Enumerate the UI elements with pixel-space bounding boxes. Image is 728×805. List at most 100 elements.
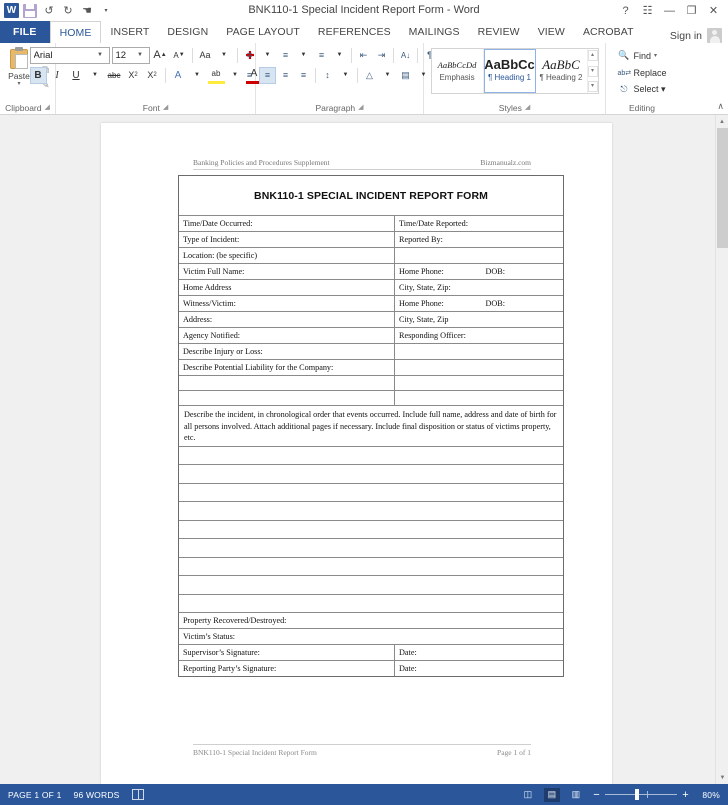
web-layout-view-button[interactable]: ▥ bbox=[568, 788, 584, 802]
shrink-font-icon[interactable]: A ▼ bbox=[171, 47, 188, 64]
blank-line-row[interactable] bbox=[179, 502, 563, 521]
table-row[interactable]: Type of Incident: Reported By: bbox=[179, 232, 563, 248]
strikethrough-button[interactable]: abc bbox=[106, 67, 123, 84]
tab-home[interactable]: HOME bbox=[49, 21, 102, 43]
print-layout-view-button[interactable]: ▤ bbox=[544, 787, 560, 802]
sign-in-area[interactable]: Sign in bbox=[670, 28, 728, 43]
table-row[interactable]: Property Recovered/Destroyed: bbox=[179, 613, 563, 629]
blank-line-row[interactable] bbox=[179, 484, 563, 502]
zoom-track[interactable] bbox=[605, 789, 677, 800]
styles-dialog-launcher-icon[interactable]: ◢ bbox=[525, 102, 530, 114]
scrollbar-thumb[interactable] bbox=[717, 128, 728, 248]
style-heading-1[interactable]: AaBbCc ¶ Heading 1 bbox=[483, 49, 536, 93]
incident-report-form-table[interactable]: BNK110-1 SPECIAL INCIDENT REPORT FORM Ti… bbox=[178, 175, 564, 677]
change-case-chevron-down-icon[interactable]: ▼ bbox=[216, 47, 233, 64]
table-row[interactable]: Home Address City, State, Zip: bbox=[179, 280, 563, 296]
table-row-empty[interactable] bbox=[179, 391, 563, 406]
document-page[interactable]: Banking Policies and Procedures Suppleme… bbox=[101, 123, 612, 784]
zoom-in-button[interactable]: + bbox=[681, 789, 690, 801]
font-name-chevron-down-icon[interactable]: ▼ bbox=[95, 52, 106, 58]
redo-icon[interactable]: ↻ bbox=[60, 3, 76, 19]
ribbon-display-options-button[interactable]: ☷ bbox=[641, 4, 654, 17]
select-button[interactable]: ⎋ Select ▾ bbox=[617, 82, 665, 97]
bullets-chevron-down-icon[interactable]: ▼ bbox=[259, 47, 276, 64]
styles-gallery[interactable]: AaBbCcDd Emphasis AaBbCc ¶ Heading 1 AaB… bbox=[430, 48, 599, 94]
paragraph-dialog-launcher-icon[interactable]: ◢ bbox=[358, 102, 363, 114]
line-spacing-chevron-down-icon[interactable]: ▼ bbox=[337, 67, 354, 84]
increase-indent-icon[interactable]: ⇥ bbox=[373, 47, 390, 64]
table-row[interactable]: Reporting Party’s Signature: Date: bbox=[179, 661, 563, 676]
tab-page-layout[interactable]: PAGE LAYOUT bbox=[217, 21, 309, 43]
scroll-up-icon[interactable]: ▲ bbox=[716, 115, 728, 128]
subscript-button[interactable]: X2 bbox=[125, 67, 142, 84]
narrative-row[interactable]: Describe the incident, in chronological … bbox=[179, 406, 563, 447]
scroll-down-icon[interactable]: ▼ bbox=[716, 771, 728, 784]
font-name-input[interactable] bbox=[30, 47, 95, 63]
zoom-level-label[interactable]: 80% bbox=[698, 790, 720, 800]
superscript-button[interactable]: X2 bbox=[144, 67, 161, 84]
replace-button[interactable]: ab⇄ Replace bbox=[617, 65, 666, 80]
find-chevron-down-icon[interactable]: ▾ bbox=[654, 52, 657, 59]
tab-acrobat[interactable]: ACROBAT bbox=[574, 21, 643, 43]
blank-line-row[interactable] bbox=[179, 447, 563, 465]
line-spacing-icon[interactable]: ↕ bbox=[319, 67, 336, 84]
styles-more-icon[interactable]: ▾ bbox=[587, 81, 598, 92]
paste-caret-icon[interactable]: ▾ bbox=[17, 81, 20, 87]
undo-icon[interactable]: ↺ bbox=[41, 3, 57, 19]
font-dialog-launcher-icon[interactable]: ◢ bbox=[163, 102, 168, 114]
table-row[interactable]: Address: City, State, Zip bbox=[179, 312, 563, 328]
blank-line-row[interactable] bbox=[179, 558, 563, 576]
minimize-button[interactable]: — bbox=[663, 5, 676, 17]
zoom-slider[interactable]: − + bbox=[592, 789, 690, 801]
tab-mailings[interactable]: MAILINGS bbox=[400, 21, 469, 43]
align-right-icon[interactable]: ≡ bbox=[277, 67, 294, 84]
shading-chevron-down-icon[interactable]: ▼ bbox=[379, 67, 396, 84]
font-size-chevron-down-icon[interactable]: ▼ bbox=[135, 52, 146, 58]
tab-design[interactable]: DESIGN bbox=[158, 21, 217, 43]
table-row[interactable]: Victim’s Status: bbox=[179, 629, 563, 645]
zoom-thumb[interactable] bbox=[635, 789, 639, 800]
styles-scroll-up-icon[interactable]: ▴ bbox=[587, 50, 598, 61]
zoom-out-button[interactable]: − bbox=[592, 789, 601, 801]
customize-qat-icon[interactable]: ▾ bbox=[98, 3, 114, 19]
blank-line-row[interactable] bbox=[179, 576, 563, 595]
font-size-box[interactable]: ▼ bbox=[111, 46, 150, 64]
decrease-indent-icon[interactable]: ⇤ bbox=[355, 47, 372, 64]
table-row[interactable]: Supervisor’s Signature: Date: bbox=[179, 645, 563, 661]
text-effects-chevron-down-icon[interactable]: ▼ bbox=[189, 67, 206, 84]
font-name-box[interactable]: ▼ bbox=[29, 46, 110, 64]
multilevel-list-icon[interactable]: ≡ bbox=[313, 47, 330, 64]
numbering-icon[interactable]: ≡ bbox=[277, 47, 294, 64]
find-button[interactable]: 🔍 Find ▾ bbox=[617, 48, 657, 63]
bullets-icon[interactable]: ≡ bbox=[241, 47, 258, 64]
blank-line-row[interactable] bbox=[179, 465, 563, 484]
read-mode-view-button[interactable]: ◫ bbox=[520, 788, 536, 802]
tab-view[interactable]: VIEW bbox=[529, 21, 574, 43]
font-size-input[interactable] bbox=[112, 47, 135, 63]
blank-line-row[interactable] bbox=[179, 595, 563, 613]
blank-line-row[interactable] bbox=[179, 521, 563, 539]
table-row[interactable]: Describe Potential Liability for the Com… bbox=[179, 360, 563, 376]
table-row[interactable]: Describe Injury or Loss: bbox=[179, 344, 563, 360]
quick-access-toolbar[interactable]: W ↺ ↻ ☚ ▾ bbox=[0, 3, 114, 19]
save-icon[interactable] bbox=[22, 3, 38, 19]
table-row[interactable]: Location: (be specific) bbox=[179, 248, 563, 264]
table-row[interactable]: Time/Date Occurred: Time/Date Reported: bbox=[179, 216, 563, 232]
table-row[interactable]: Agency Notified: Responding Officer: bbox=[179, 328, 563, 344]
avatar[interactable] bbox=[707, 28, 722, 43]
table-row[interactable]: Witness/Victim: Home Phone: DOB: bbox=[179, 296, 563, 312]
clipboard-dialog-launcher-icon[interactable]: ◢ bbox=[45, 102, 50, 114]
change-case-icon[interactable]: Aa bbox=[197, 47, 214, 64]
page-count-status[interactable]: PAGE 1 OF 1 bbox=[8, 790, 62, 800]
style-emphasis[interactable]: AaBbCcDd Emphasis bbox=[432, 49, 484, 93]
italic-button[interactable]: I bbox=[49, 67, 66, 84]
sign-in-label[interactable]: Sign in bbox=[670, 30, 702, 42]
spelling-check-icon[interactable] bbox=[131, 789, 144, 800]
text-highlight-color-icon[interactable]: ab bbox=[207, 67, 225, 84]
tab-file[interactable]: FILE bbox=[0, 21, 50, 43]
bold-button[interactable]: B bbox=[29, 66, 47, 84]
styles-scroll-controls[interactable]: ▴ ▾ ▾ bbox=[587, 49, 598, 93]
styles-scroll-down-icon[interactable]: ▾ bbox=[587, 65, 598, 77]
sort-icon[interactable]: A↓ bbox=[397, 47, 414, 64]
blank-line-row[interactable] bbox=[179, 539, 563, 558]
